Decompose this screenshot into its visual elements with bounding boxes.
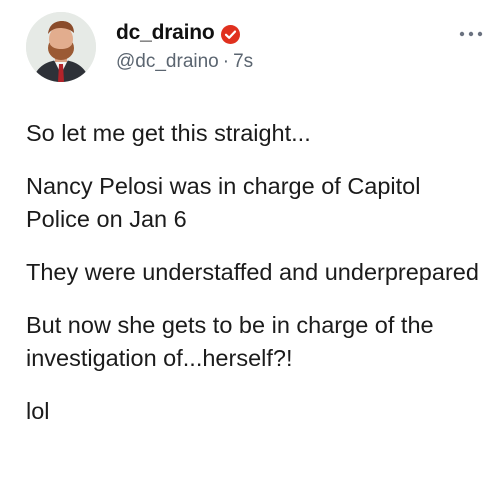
- post-paragraph: Nancy Pelosi was in charge of Capitol Po…: [26, 173, 421, 232]
- post-body: So let me get this straight... Nancy Pel…: [26, 117, 486, 448]
- display-name[interactable]: dc_draino: [116, 21, 215, 45]
- separator: ·: [222, 51, 230, 72]
- avatar-photo: [26, 12, 96, 82]
- post-paragraph: But now she gets to be in charge of the …: [26, 312, 434, 371]
- post-paragraph: They were understaffed and underprepared: [26, 259, 479, 285]
- handle-row: @dc_draino · 7s: [116, 51, 253, 73]
- social-post: dc_draino @dc_draino · 7s So let me get …: [0, 0, 500, 493]
- name-row: dc_draino: [116, 19, 240, 47]
- post-paragraph: So let me get this straight...: [26, 120, 311, 146]
- post-paragraph: lol: [26, 398, 50, 424]
- post-header: dc_draino @dc_draino · 7s: [26, 12, 486, 92]
- more-dots-icon[interactable]: [458, 26, 484, 37]
- post-time: 7s: [233, 51, 254, 72]
- user-handle[interactable]: @dc_draino: [116, 51, 219, 73]
- avatar[interactable]: [26, 12, 96, 82]
- verified-badge-icon: [220, 24, 240, 44]
